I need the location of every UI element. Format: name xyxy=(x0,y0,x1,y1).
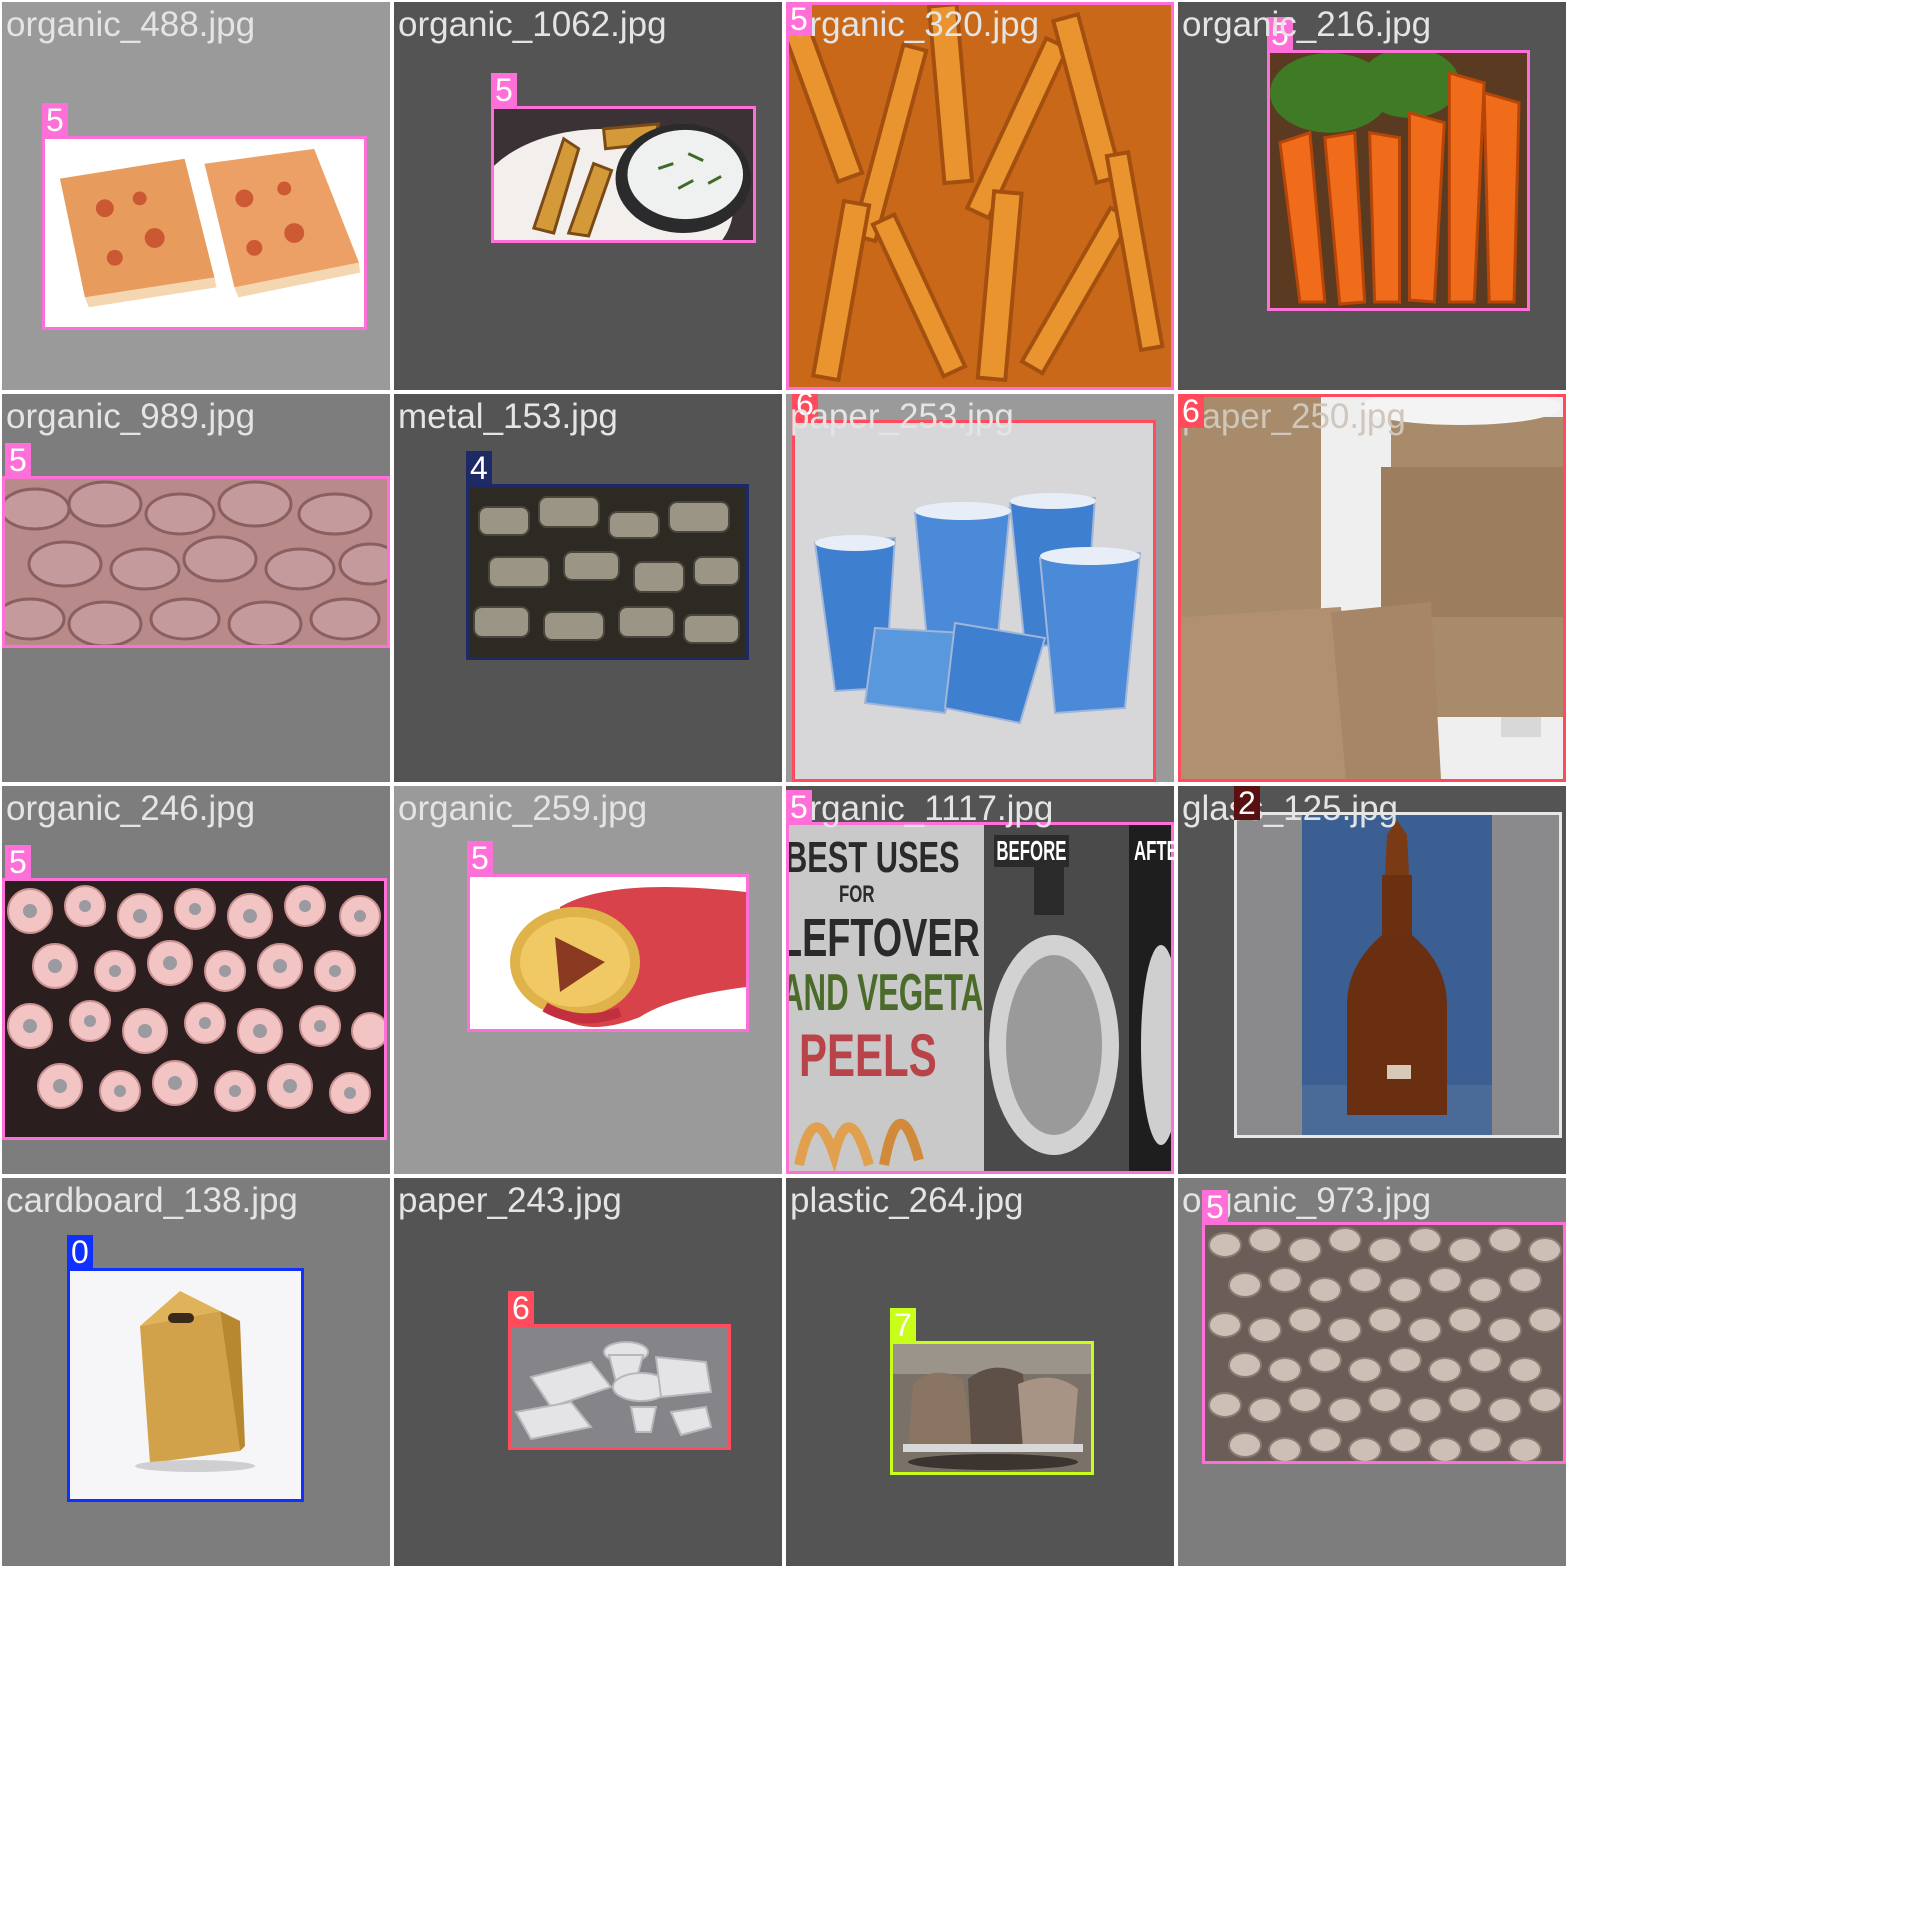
tile-organic-1062: organic_1062.jpg 5 xyxy=(394,2,782,390)
bounding-box: 7 xyxy=(890,1308,1094,1475)
potato-hand-photo xyxy=(470,877,746,1029)
tile-organic-1117: BEST USES FOR LEFTOVER AND VEGETABLE PEE… xyxy=(786,786,1174,1174)
paper-cups-photo xyxy=(795,423,1153,779)
file-name: cardboard_138.jpg xyxy=(6,1181,298,1220)
bounding-box xyxy=(786,2,1174,390)
trash-cart-photo xyxy=(893,1344,1091,1472)
scrap-metal-photo xyxy=(469,487,746,657)
after-label: AFTER xyxy=(1134,835,1174,866)
cup-sleeves-photo xyxy=(1181,397,1563,779)
fries-photo xyxy=(789,5,1171,387)
tile-cardboard-138: cardboard_138.jpg 0 xyxy=(2,1178,390,1566)
foam-containers-photo xyxy=(511,1327,728,1447)
tile-glass-125: 2 glass_125.jpg xyxy=(1178,786,1566,1174)
class-label: 5 xyxy=(5,845,31,879)
class-label: 5 xyxy=(786,790,812,824)
lentils-photo xyxy=(1205,1225,1563,1461)
bounding-box xyxy=(1234,812,1562,1138)
tile-organic-259: organic_259.jpg 5 xyxy=(394,786,782,1174)
file-name: organic_320.jpg xyxy=(790,5,1040,44)
bounding-box: 6 xyxy=(792,394,1156,782)
tile-organic-320: 5 organic_320.jpg xyxy=(786,2,1174,390)
bounding-box: 5 xyxy=(2,845,387,1140)
file-name: plastic_264.jpg xyxy=(790,1181,1024,1220)
class-label: 5 xyxy=(467,841,493,875)
tile-metal-153: metal_153.jpg 4 xyxy=(394,394,782,782)
kraft-box-photo xyxy=(70,1271,301,1499)
bounding-box: 6 xyxy=(508,1291,731,1450)
file-name: organic_488.jpg xyxy=(6,5,256,44)
file-name: paper_243.jpg xyxy=(398,1181,622,1220)
bounding-box: 5 xyxy=(491,73,756,243)
carrots-photo xyxy=(1270,53,1527,308)
class-label: 5 xyxy=(5,443,31,477)
bounding-box: 5 xyxy=(467,841,749,1032)
file-name: organic_1117.jpg xyxy=(790,789,1054,828)
file-name: organic_989.jpg xyxy=(6,397,256,436)
tile-paper-250: 6 paper_250.jpg xyxy=(1178,394,1566,782)
file-name: paper_253.jpg xyxy=(790,397,1014,436)
file-name: organic_1062.jpg xyxy=(398,5,667,44)
tile-paper-243: paper_243.jpg 6 xyxy=(394,1178,782,1566)
poster-line: LEFTOVER xyxy=(789,908,980,968)
class-label: 2 xyxy=(1234,786,1260,820)
poster-line: FOR xyxy=(839,881,875,908)
tile-organic-216: organic_216.jpg 5 xyxy=(1178,2,1566,390)
tile-plastic-264: plastic_264.jpg 7 xyxy=(786,1178,1174,1566)
image-grid: organic_488.jpg 5 organic_1062.jpg 5 5 o… xyxy=(0,0,1920,1920)
poster-line: PEELS xyxy=(799,1022,937,1089)
class-label: 5 xyxy=(786,2,812,36)
file-name: paper_250.jpg xyxy=(1182,397,1406,436)
file-name: organic_246.jpg xyxy=(6,789,256,828)
bounding-box: 5 xyxy=(2,443,390,648)
file-name: organic_259.jpg xyxy=(398,789,648,828)
class-label: 0 xyxy=(67,1235,93,1269)
poster-text: BEST USES FOR LEFTOVER AND VEGETABLE PEE… xyxy=(789,825,984,1171)
wedges-photo xyxy=(494,109,753,240)
bounding-box xyxy=(1202,1222,1566,1464)
dropper-bottle-photo xyxy=(1237,815,1559,1135)
class-label: 6 xyxy=(508,1291,534,1325)
file-name: glass_125.jpg xyxy=(1182,789,1398,828)
tile-organic-989: organic_989.jpg 5 xyxy=(2,394,390,782)
bounding-box: 4 xyxy=(466,451,749,660)
tile-paper-253: paper_253.jpg 6 xyxy=(786,394,1174,782)
toast-photo xyxy=(45,139,364,327)
bounding-box: 5 xyxy=(42,103,367,330)
bounding-box xyxy=(1178,394,1566,782)
before-label: BEFORE xyxy=(994,835,1069,867)
class-label: 7 xyxy=(890,1308,916,1342)
carrot-ends-photo xyxy=(5,881,384,1137)
tile-organic-973: 5 organic_973.jpg xyxy=(1178,1178,1566,1566)
file-name: metal_153.jpg xyxy=(398,397,618,436)
class-label: 5 xyxy=(491,73,517,107)
beans-photo xyxy=(5,479,387,645)
tile-organic-488: organic_488.jpg 5 xyxy=(2,2,390,390)
class-label: 5 xyxy=(42,103,68,137)
poster-line: BEST USES xyxy=(789,833,960,882)
poster-line: AND VEGETABLE xyxy=(789,964,984,1022)
class-label: 5 xyxy=(1202,1190,1228,1224)
tile-organic-246: organic_246.jpg 5 xyxy=(2,786,390,1174)
class-label: 4 xyxy=(466,451,492,485)
bounding-box: BEST USES FOR LEFTOVER AND VEGETABLE PEE… xyxy=(786,822,1174,1174)
class-label: 6 xyxy=(1178,394,1204,428)
file-name: organic_216.jpg xyxy=(1182,5,1432,44)
bounding-box: 0 xyxy=(67,1235,304,1502)
bounding-box: 5 xyxy=(1267,17,1530,311)
